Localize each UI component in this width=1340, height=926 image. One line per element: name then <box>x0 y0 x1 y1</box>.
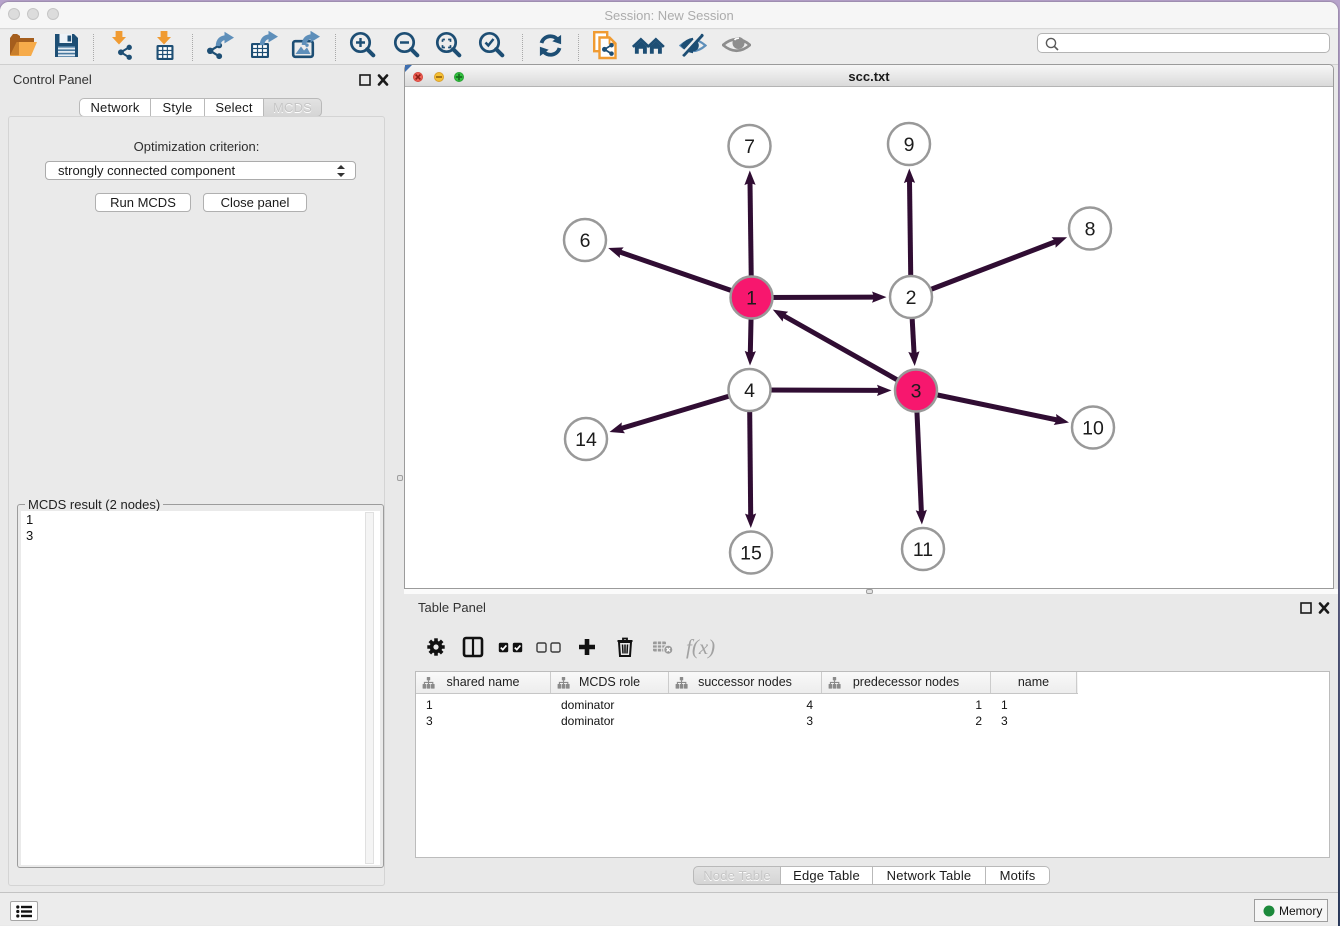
svg-text:11: 11 <box>913 539 933 561</box>
svg-text:6: 6 <box>580 230 591 252</box>
svg-text:2: 2 <box>906 287 917 309</box>
svg-text:1: 1 <box>746 287 757 309</box>
svg-text:3: 3 <box>911 380 922 402</box>
svg-text:7: 7 <box>744 136 755 158</box>
svg-text:14: 14 <box>575 429 597 451</box>
svg-text:8: 8 <box>1085 218 1096 240</box>
svg-text:10: 10 <box>1082 417 1104 439</box>
svg-text:4: 4 <box>744 380 755 402</box>
svg-text:9: 9 <box>904 134 915 156</box>
svg-text:15: 15 <box>740 542 762 564</box>
